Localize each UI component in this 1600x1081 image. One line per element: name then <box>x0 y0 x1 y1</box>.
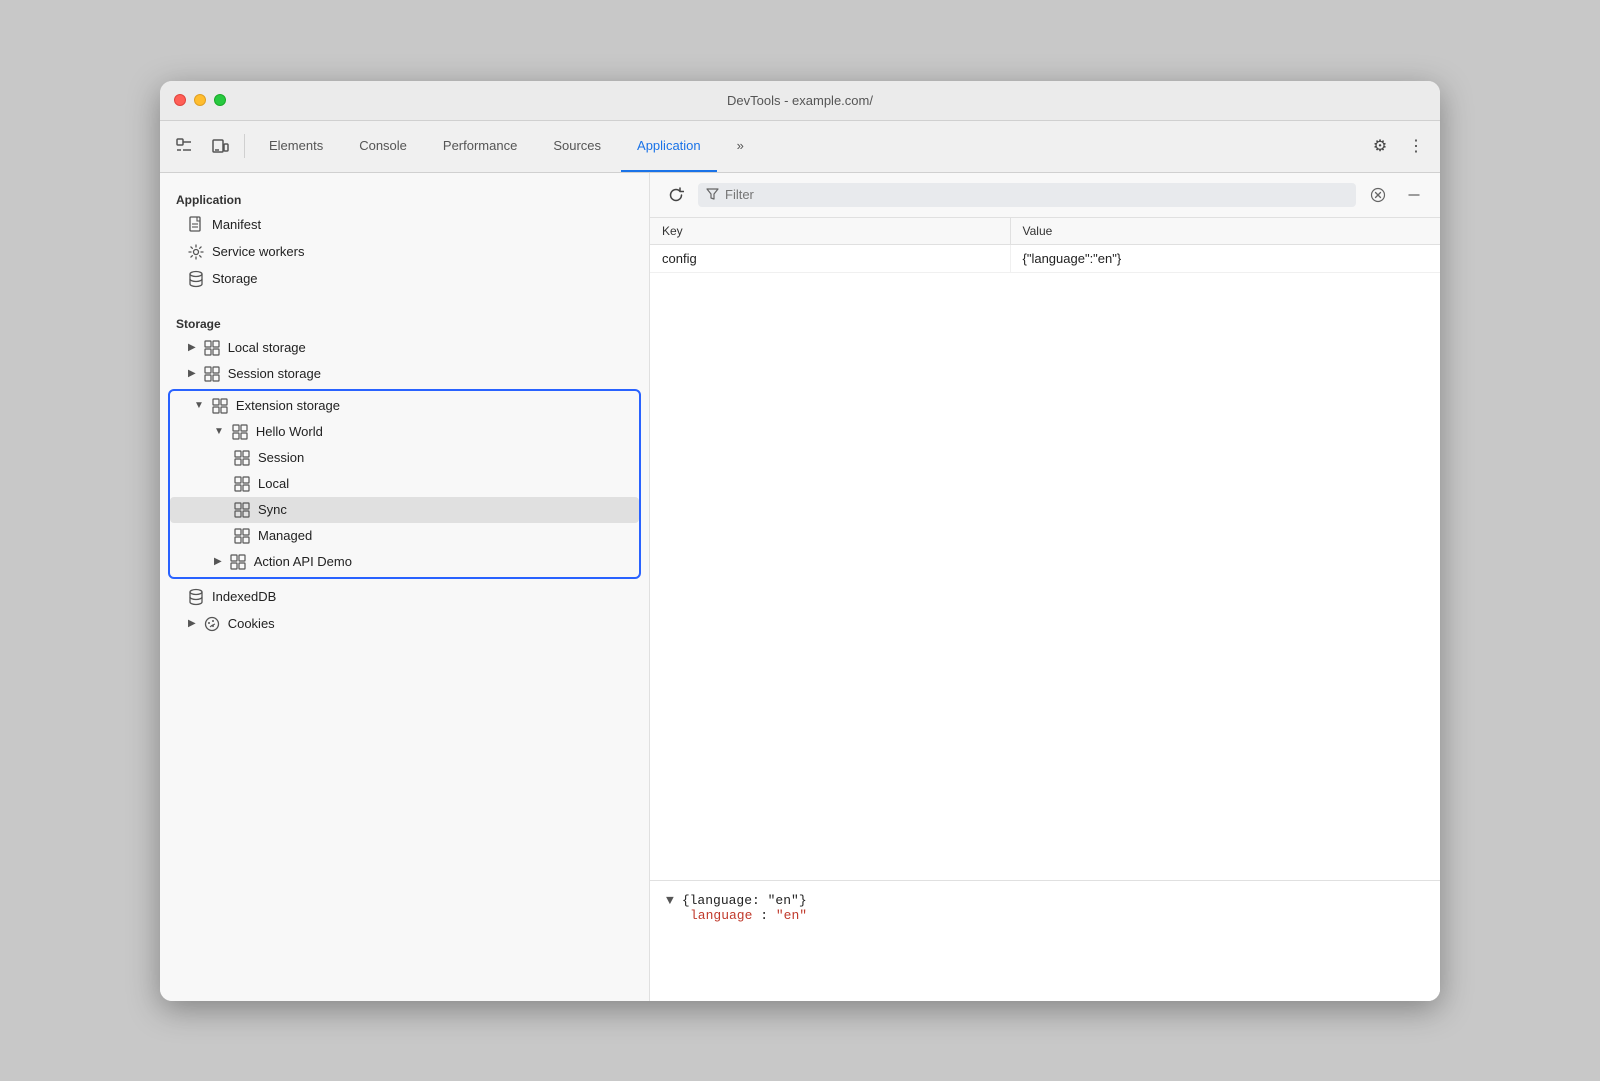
db-icon <box>188 270 204 288</box>
file-icon <box>188 216 204 234</box>
tab-performance[interactable]: Performance <box>427 120 533 172</box>
table-row[interactable]: config {"language":"en"} <box>650 244 1440 272</box>
sidebar-item-extension-storage[interactable]: ▼ Extension storage <box>170 393 639 419</box>
sidebar-item-managed[interactable]: Managed <box>170 523 639 549</box>
cell-value: {"language":"en"} <box>1010 244 1440 272</box>
detail-property-name: language <box>690 908 752 923</box>
sidebar-item-indexeddb[interactable]: IndexedDB <box>164 583 645 611</box>
sidebar-item-hello-world[interactable]: ▼ Hello World <box>170 419 639 445</box>
grid-icon-7 <box>234 502 250 518</box>
inspect-element-button[interactable] <box>168 130 200 162</box>
sidebar: Application Manifest <box>160 173 650 1001</box>
more-options-button[interactable]: ⋮ <box>1400 130 1432 162</box>
chevron-right-icon-4: ▶ <box>188 618 196 629</box>
close-button[interactable] <box>174 94 186 106</box>
toolbar-right: ⚙ ⋮ <box>1364 130 1432 162</box>
sidebar-item-session-storage[interactable]: ▶ Session storage <box>164 361 645 387</box>
cell-key: config <box>650 244 1010 272</box>
tab-application[interactable]: Application <box>621 120 717 172</box>
main-content: Application Manifest <box>160 173 1440 1001</box>
col-header-key: Key <box>650 218 1010 245</box>
grid-icon-9 <box>230 554 246 570</box>
sidebar-item-service-workers[interactable]: Service workers <box>164 239 645 265</box>
filter-bar <box>650 173 1440 218</box>
sidebar-section-storage: Storage <box>160 309 649 335</box>
detail-object-label: {language: "en"} <box>682 893 807 908</box>
minimize-button[interactable] <box>194 94 206 106</box>
tab-more[interactable]: » <box>721 120 760 172</box>
sidebar-label-local: Local <box>258 476 289 491</box>
devtools-window: DevTools - example.com/ Elements Console <box>160 81 1440 1001</box>
grid-icon-4 <box>232 424 248 440</box>
chevron-right-icon-2: ▶ <box>188 368 196 379</box>
detail-property-value: "en" <box>776 908 807 923</box>
toolbar-divider <box>244 134 245 158</box>
titlebar: DevTools - example.com/ <box>160 81 1440 121</box>
reload-button[interactable] <box>662 181 690 209</box>
maximize-button[interactable] <box>214 94 226 106</box>
settings-button[interactable]: ⚙ <box>1364 130 1396 162</box>
extension-storage-box: ▼ Extension storage ▼ <box>168 389 641 579</box>
sidebar-label-hello-world: Hello World <box>256 424 323 439</box>
sidebar-label-indexeddb: IndexedDB <box>212 589 276 604</box>
right-panel: Key Value config {"language":"en"} ▼ <box>650 173 1440 1001</box>
sidebar-item-sync[interactable]: Sync <box>170 497 639 523</box>
sidebar-label-managed: Managed <box>258 528 312 543</box>
chevron-down-icon-2: ▼ <box>214 426 224 437</box>
grid-icon-3 <box>212 398 228 414</box>
delete-button[interactable] <box>1400 181 1428 209</box>
filter-icon <box>706 187 719 203</box>
grid-icon-6 <box>234 476 250 492</box>
sidebar-label-action-api-demo: Action API Demo <box>254 554 352 569</box>
sidebar-item-local-storage[interactable]: ▶ Local storage <box>164 335 645 361</box>
window-title: DevTools - example.com/ <box>727 93 873 108</box>
toolbar: Elements Console Performance Sources App… <box>160 121 1440 173</box>
sidebar-item-action-api-demo[interactable]: ▶ Action API Demo <box>170 549 639 575</box>
sidebar-label-service-workers: Service workers <box>212 244 304 259</box>
col-header-value: Value <box>1010 218 1440 245</box>
sidebar-label-extension-storage: Extension storage <box>236 398 340 413</box>
sidebar-label-local-storage: Local storage <box>228 340 306 355</box>
sidebar-label-manifest: Manifest <box>212 217 261 232</box>
detail-chevron-icon: ▼ <box>666 893 674 908</box>
sidebar-label-storage-app: Storage <box>212 271 258 286</box>
detail-object-line: ▼ {language: "en"} <box>666 893 1424 908</box>
chevron-right-icon-3: ▶ <box>214 556 222 567</box>
detail-panel: ▼ {language: "en"} language : "en" <box>650 881 1440 1001</box>
tab-sources[interactable]: Sources <box>537 120 617 172</box>
detail-colon: : <box>760 908 776 923</box>
device-mode-button[interactable] <box>204 130 236 162</box>
clear-filter-button[interactable] <box>1364 181 1392 209</box>
tab-elements[interactable]: Elements <box>253 120 339 172</box>
sidebar-section-application: Application <box>160 185 649 211</box>
grid-icon-2 <box>204 366 220 382</box>
db-icon-2 <box>188 588 204 606</box>
sidebar-label-session-storage: Session storage <box>228 366 321 381</box>
sidebar-item-local[interactable]: Local <box>170 471 639 497</box>
chevron-right-icon: ▶ <box>188 342 196 353</box>
tab-console[interactable]: Console <box>343 120 423 172</box>
filter-input[interactable] <box>725 187 1348 202</box>
sidebar-item-storage-app[interactable]: Storage <box>164 265 645 293</box>
table-header-row: Key Value <box>650 218 1440 245</box>
sidebar-label-sync: Sync <box>258 502 287 517</box>
detail-property-line: language : "en" <box>666 908 1424 923</box>
cookie-icon <box>204 616 220 632</box>
grid-icon-8 <box>234 528 250 544</box>
sidebar-label-session: Session <box>258 450 304 465</box>
chevron-down-icon: ▼ <box>194 400 204 411</box>
storage-table: Key Value config {"language":"en"} <box>650 218 1440 273</box>
grid-icon <box>204 340 220 356</box>
sidebar-item-session[interactable]: Session <box>170 445 639 471</box>
sidebar-item-manifest[interactable]: Manifest <box>164 211 645 239</box>
gear-icon <box>188 244 204 260</box>
sidebar-item-cookies[interactable]: ▶ Cookies <box>164 611 645 637</box>
data-table: Key Value config {"language":"en"} <box>650 218 1440 881</box>
grid-icon-5 <box>234 450 250 466</box>
filter-input-wrap <box>698 183 1356 207</box>
traffic-lights <box>174 94 226 106</box>
sidebar-label-cookies: Cookies <box>228 616 275 631</box>
